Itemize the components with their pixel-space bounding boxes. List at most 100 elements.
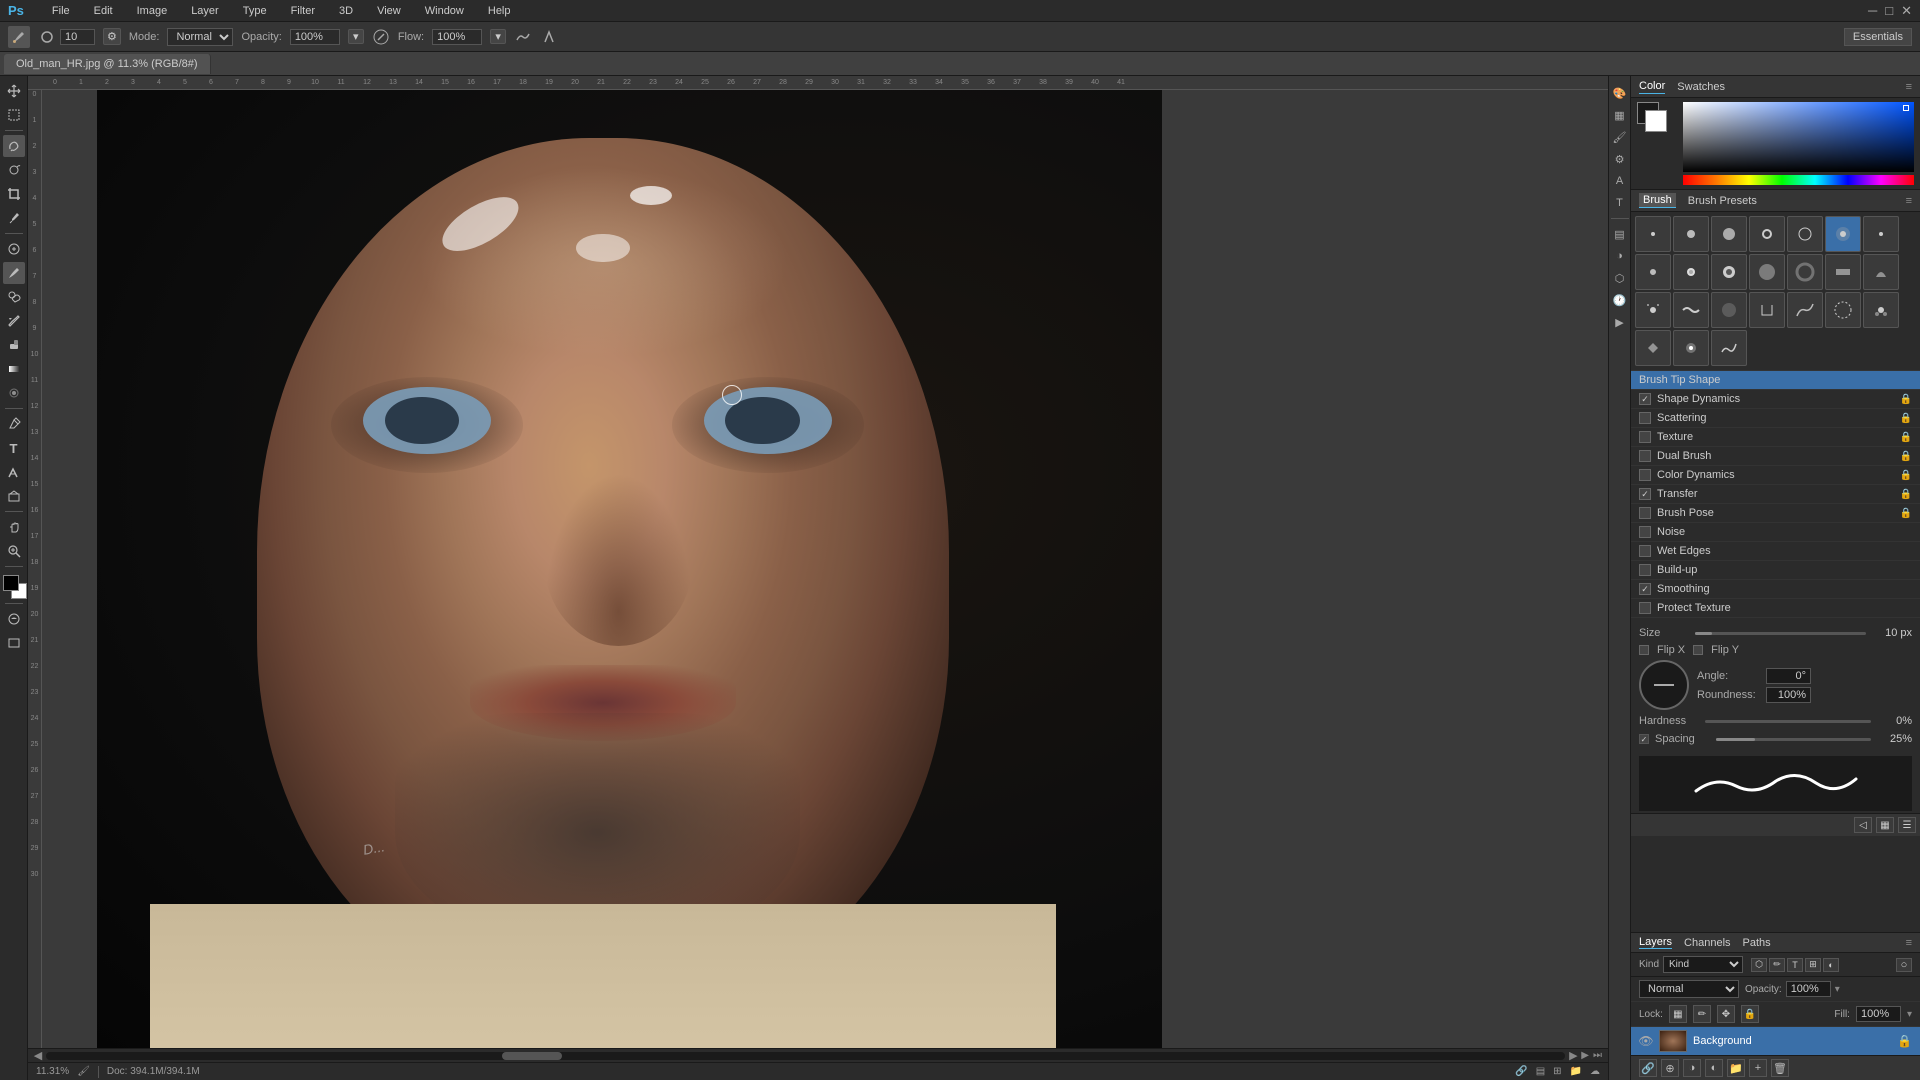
- transfer-item[interactable]: ✓ Transfer 🔒: [1631, 485, 1920, 504]
- angle-dial[interactable]: [1639, 660, 1689, 710]
- tool-brush[interactable]: [3, 262, 25, 284]
- protect-texture-checkbox[interactable]: [1639, 602, 1651, 614]
- tool-hand[interactable]: [3, 516, 25, 538]
- filter-icon-3[interactable]: T: [1787, 958, 1803, 972]
- panel-icon-actions[interactable]: ▶: [1611, 313, 1629, 331]
- smoothing-checkbox[interactable]: ✓: [1639, 583, 1651, 595]
- layer-visibility-icon[interactable]: 👁: [1639, 1034, 1653, 1048]
- lock-position-btn[interactable]: ✥: [1717, 1005, 1735, 1023]
- tool-quick-select[interactable]: [3, 159, 25, 181]
- status-link-icon[interactable]: 🔗: [1515, 1066, 1527, 1077]
- layers-tab[interactable]: Layers: [1639, 936, 1672, 949]
- stop-button[interactable]: ⏭: [1593, 1050, 1602, 1061]
- build-up-item[interactable]: Build-up: [1631, 561, 1920, 580]
- noise-checkbox[interactable]: [1639, 526, 1651, 538]
- tool-zoom[interactable]: [3, 540, 25, 562]
- panel-icon-channels[interactable]: ◑: [1611, 247, 1629, 265]
- brush-preset-12[interactable]: [1787, 254, 1823, 290]
- texture-checkbox[interactable]: [1639, 431, 1651, 443]
- color-dynamics-lock[interactable]: 🔒: [1900, 470, 1912, 481]
- brush-pose-checkbox[interactable]: [1639, 507, 1651, 519]
- brush-preset-13[interactable]: [1825, 254, 1861, 290]
- status-artboard-icon[interactable]: ⊞: [1553, 1066, 1561, 1077]
- brush-panel-menu[interactable]: ≡: [1906, 195, 1912, 207]
- filter-icon-5[interactable]: ◐: [1823, 958, 1839, 972]
- panel-icon-brush[interactable]: 🖌: [1611, 128, 1629, 146]
- panel-icon-layers[interactable]: ▤: [1611, 225, 1629, 243]
- brush-panel-btn-2[interactable]: ▦: [1876, 817, 1894, 833]
- wet-edges-item[interactable]: Wet Edges: [1631, 542, 1920, 561]
- tool-shape[interactable]: [3, 485, 25, 507]
- brush-preset-2[interactable]: [1673, 216, 1709, 252]
- brush-preset-18[interactable]: [1749, 292, 1785, 328]
- brush-preset-11[interactable]: [1749, 254, 1785, 290]
- color-dynamics-item[interactable]: Color Dynamics 🔒: [1631, 466, 1920, 485]
- scattering-item[interactable]: Scattering 🔒: [1631, 409, 1920, 428]
- canvas-area[interactable]: D...: [42, 90, 1608, 1048]
- shape-dynamics-checkbox[interactable]: ✓: [1639, 393, 1651, 405]
- panel-icon-char[interactable]: T: [1611, 194, 1629, 212]
- menu-layer[interactable]: Layer: [187, 3, 223, 19]
- foreground-color-swatch[interactable]: [3, 575, 19, 591]
- shape-dynamics-item[interactable]: ✓ Shape Dynamics 🔒: [1631, 390, 1920, 409]
- panel-icon-paths[interactable]: ⬡: [1611, 269, 1629, 287]
- panel-icon-history[interactable]: 🕐: [1611, 291, 1629, 309]
- tool-path-select[interactable]: [3, 461, 25, 483]
- brush-size-input[interactable]: [60, 29, 95, 45]
- brush-preset-14[interactable]: [1863, 254, 1899, 290]
- tool-eraser[interactable]: [3, 334, 25, 356]
- tool-gradient[interactable]: [3, 358, 25, 380]
- tool-colors[interactable]: [3, 575, 25, 599]
- background-color[interactable]: [1645, 110, 1667, 132]
- close-button[interactable]: ✕: [1901, 3, 1912, 19]
- document-tab[interactable]: Old_man_HR.jpg @ 11.3% (RGB/8#): [4, 54, 211, 74]
- tool-blur[interactable]: [3, 382, 25, 404]
- brush-preset-23[interactable]: [1673, 330, 1709, 366]
- tool-clone[interactable]: [3, 286, 25, 308]
- filter-toggle[interactable]: ○: [1896, 958, 1912, 972]
- tool-spot-heal[interactable]: [3, 238, 25, 260]
- color-dynamics-checkbox[interactable]: [1639, 469, 1651, 481]
- dual-brush-checkbox[interactable]: [1639, 450, 1651, 462]
- brush-pose-lock[interactable]: 🔒: [1900, 508, 1912, 519]
- new-group-btn[interactable]: 📁: [1727, 1059, 1745, 1077]
- status-cloud-icon[interactable]: ☁: [1590, 1066, 1600, 1077]
- texture-lock[interactable]: 🔒: [1900, 432, 1912, 443]
- brush-preset-7[interactable]: [1863, 216, 1899, 252]
- brush-preset-9[interactable]: [1673, 254, 1709, 290]
- minimize-button[interactable]: ─: [1868, 3, 1877, 19]
- protect-texture-item[interactable]: Protect Texture: [1631, 599, 1920, 618]
- menu-3d[interactable]: 3D: [335, 3, 357, 19]
- lock-transparent-btn[interactable]: ▦: [1669, 1005, 1687, 1023]
- brush-preset-17[interactable]: [1711, 292, 1747, 328]
- shape-dynamics-lock[interactable]: 🔒: [1900, 394, 1912, 405]
- brush-preset-15[interactable]: [1635, 292, 1671, 328]
- restore-button[interactable]: □: [1885, 3, 1893, 19]
- color-panel-menu[interactable]: ≡: [1906, 81, 1912, 93]
- tool-lasso[interactable]: [3, 135, 25, 157]
- brush-pose-item[interactable]: Brush Pose 🔒: [1631, 504, 1920, 523]
- filter-icon-2[interactable]: ✏: [1769, 958, 1785, 972]
- brush-preset-16[interactable]: [1673, 292, 1709, 328]
- brush-tip-shape-item[interactable]: Brush Tip Shape: [1631, 371, 1920, 390]
- swatches-tab[interactable]: Swatches: [1677, 80, 1725, 94]
- blend-mode-select[interactable]: Normal: [1639, 980, 1739, 998]
- brush-preset-6[interactable]: [1825, 216, 1861, 252]
- angle-input[interactable]: [1766, 668, 1811, 684]
- flip-y-checkbox[interactable]: [1693, 645, 1703, 655]
- channels-tab[interactable]: Channels: [1684, 937, 1730, 949]
- color-tab[interactable]: Color: [1639, 79, 1665, 94]
- brush-presets-tab[interactable]: Brush Presets: [1684, 194, 1761, 208]
- fill-stepper[interactable]: ▾: [1907, 1009, 1912, 1020]
- texture-item[interactable]: Texture 🔒: [1631, 428, 1920, 447]
- brush-preset-8[interactable]: [1635, 254, 1671, 290]
- panel-icon-color[interactable]: 🎨: [1611, 84, 1629, 102]
- wet-edges-checkbox[interactable]: [1639, 545, 1651, 557]
- status-folder-icon[interactable]: 📁: [1570, 1066, 1582, 1077]
- brush-preset-1[interactable]: [1635, 216, 1671, 252]
- link-layers-btn[interactable]: 🔗: [1639, 1059, 1657, 1077]
- tool-type[interactable]: T: [3, 437, 25, 459]
- hue-slider[interactable]: [1683, 175, 1914, 185]
- tool-mask[interactable]: [3, 608, 25, 630]
- menu-help[interactable]: Help: [484, 3, 515, 19]
